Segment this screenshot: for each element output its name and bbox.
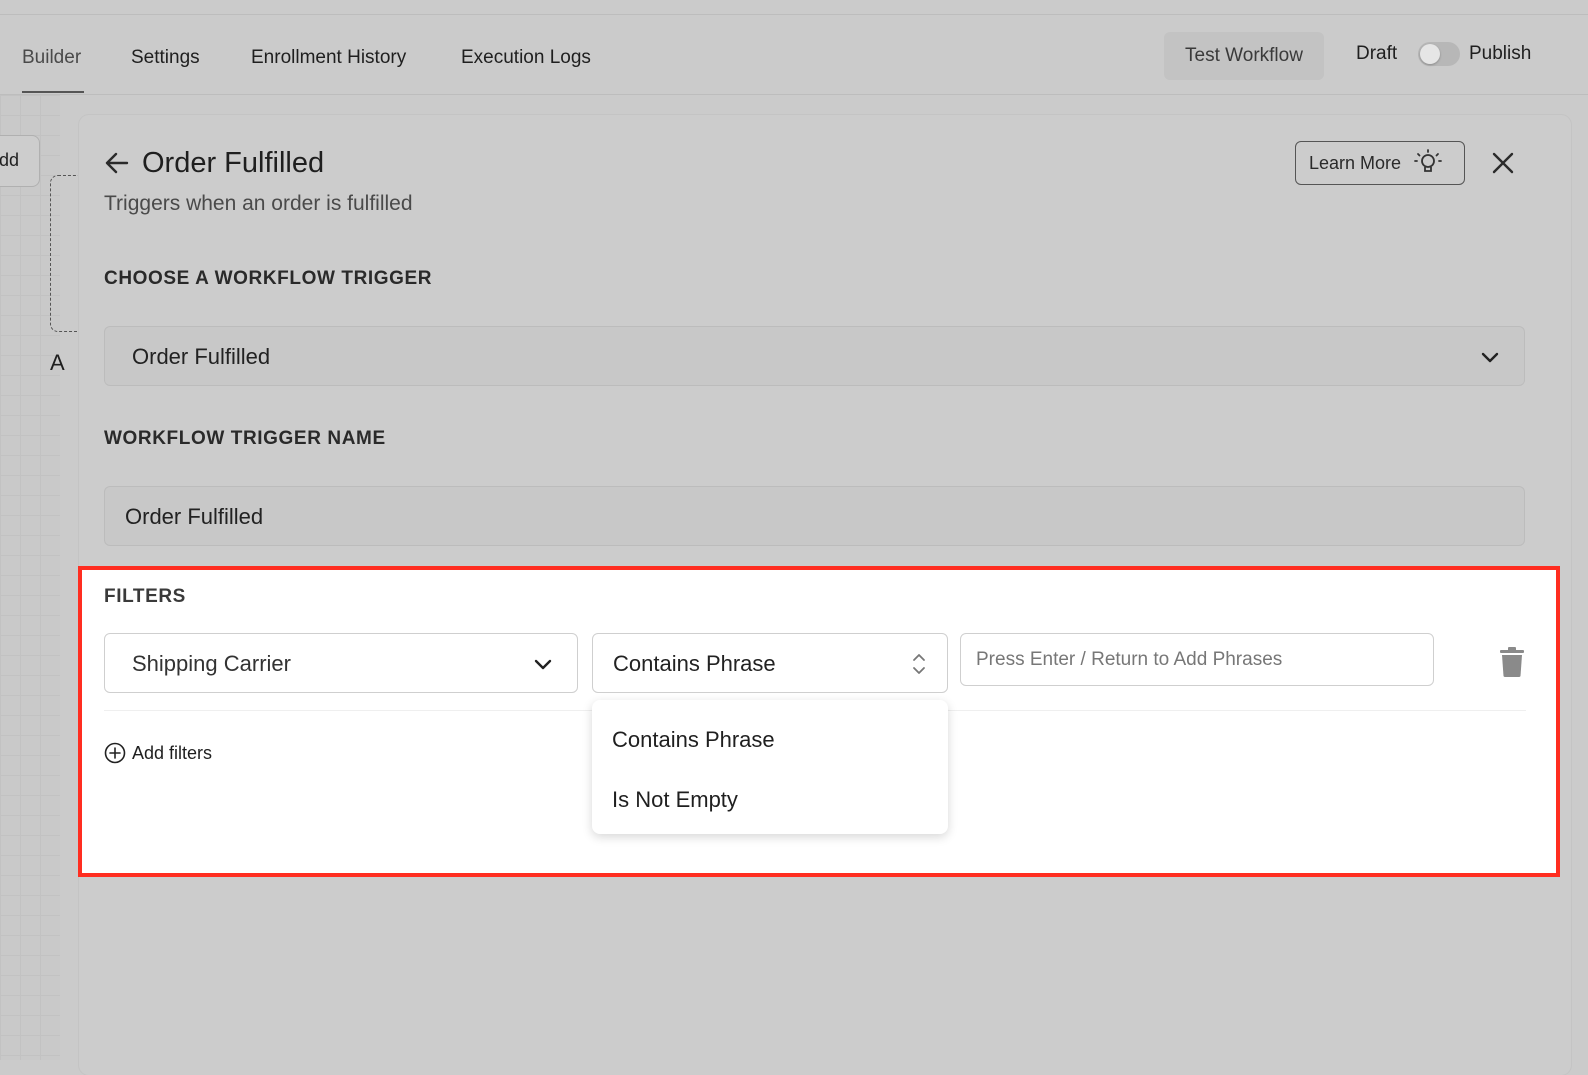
filter-field-select[interactable]: Shipping Carrier xyxy=(104,633,578,693)
learn-more-button[interactable]: Learn More xyxy=(1295,141,1465,185)
draft-label: Draft xyxy=(1356,43,1398,64)
filter-operator-select[interactable]: Contains Phrase xyxy=(592,633,948,693)
plus-circle-icon xyxy=(104,742,126,764)
canvas-add-node[interactable]: dd xyxy=(0,135,40,187)
trigger-select[interactable]: Order Fulfilled xyxy=(104,326,1525,386)
canvas-node-letter: A xyxy=(50,350,65,375)
tab-builder[interactable]: Builder xyxy=(22,47,81,69)
panel-title: Order Fulfilled xyxy=(142,147,325,179)
lightbulb-icon xyxy=(1414,149,1442,172)
chevron-down-icon xyxy=(534,659,552,670)
add-filters-button[interactable]: Add filters xyxy=(104,742,212,764)
filters-label: FILTERS xyxy=(104,586,186,607)
panel-subtitle: Triggers when an order is fulfilled xyxy=(104,192,413,215)
option-is-not-empty[interactable]: Is Not Empty xyxy=(612,787,738,813)
filters-section: FILTERS Shipping Carrier Contains Phrase… xyxy=(78,566,1560,877)
close-icon[interactable] xyxy=(1489,149,1517,177)
learn-more-label: Learn More xyxy=(1309,152,1402,173)
phrase-input[interactable] xyxy=(960,633,1434,686)
trigger-name-value: Order Fulfilled xyxy=(125,504,264,529)
test-workflow-button[interactable]: Test Workflow xyxy=(1164,32,1324,80)
publish-label: Publish xyxy=(1469,43,1532,64)
up-down-chevron-icon xyxy=(913,654,925,674)
active-tab-underline xyxy=(22,91,84,93)
top-nav: Builder Settings Enrollment History Exec… xyxy=(0,15,1588,95)
workflow-canvas[interactable]: dd A xyxy=(0,95,81,1060)
publish-toggle[interactable] xyxy=(1418,42,1460,66)
option-contains-phrase[interactable]: Contains Phrase xyxy=(612,727,775,753)
trash-icon[interactable] xyxy=(1498,646,1526,678)
operator-dropdown-menu: Contains Phrase Is Not Empty xyxy=(592,700,948,834)
top-strip xyxy=(0,0,1588,15)
trigger-select-value: Order Fulfilled xyxy=(132,344,271,369)
canvas-dashed-node xyxy=(50,175,81,332)
tab-enrollment-history[interactable]: Enrollment History xyxy=(251,47,406,69)
filter-operator-value: Contains Phrase xyxy=(613,651,776,676)
filter-field-value: Shipping Carrier xyxy=(132,651,291,676)
toggle-knob xyxy=(1420,44,1440,64)
trigger-name-input[interactable]: Order Fulfilled xyxy=(104,486,1525,546)
back-arrow-icon[interactable] xyxy=(103,149,131,177)
tab-execution-logs[interactable]: Execution Logs xyxy=(461,47,591,69)
canvas-node-label: dd xyxy=(0,150,20,170)
chevron-down-icon xyxy=(1481,352,1499,363)
trigger-section-label: CHOOSE A WORKFLOW TRIGGER xyxy=(104,268,433,289)
add-filters-label: Add filters xyxy=(132,742,213,763)
name-section-label: WORKFLOW TRIGGER NAME xyxy=(104,428,386,449)
tab-settings[interactable]: Settings xyxy=(131,47,200,69)
